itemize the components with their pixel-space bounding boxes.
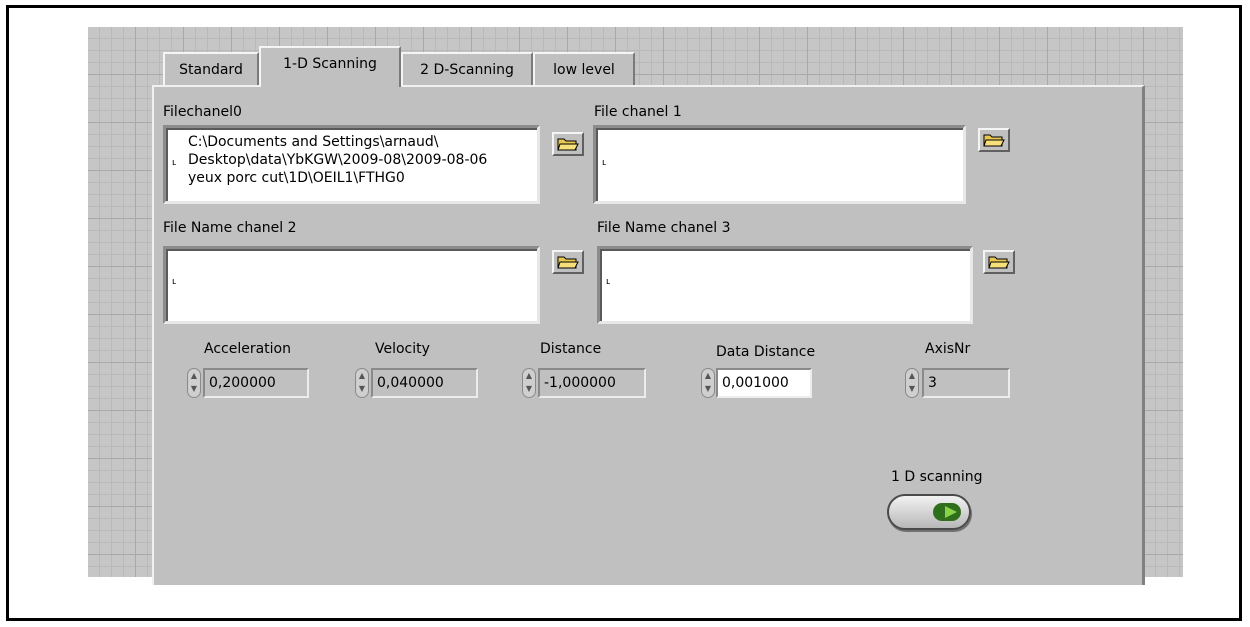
tab-label: 1-D Scanning [283, 55, 377, 72]
path-symbol-icon: ᒻ [172, 158, 177, 172]
tab-1d-scanning[interactable]: 1-D Scanning [259, 46, 401, 87]
data-distance-spinner-icon[interactable]: ▲ ▼ [701, 368, 715, 398]
folder-open-icon [557, 138, 579, 151]
folder-open-icon [988, 256, 1010, 269]
distance-label: Distance [540, 341, 602, 357]
scan-button-label: 1 D scanning [891, 469, 983, 485]
axisnr-input[interactable]: 3 [922, 368, 1010, 398]
filechanel1-label: File chanel 1 [594, 104, 682, 120]
browse-filechanel3-button[interactable] [983, 250, 1015, 274]
axisnr-label: AxisNr [925, 341, 971, 357]
1d-scanning-button[interactable] [887, 494, 971, 530]
folder-open-icon [983, 134, 1005, 147]
velocity-label: Velocity [375, 341, 430, 357]
distance-spinner-icon[interactable]: ▲ ▼ [522, 368, 536, 398]
tab-2d-scanning[interactable]: 2 D-Scanning [401, 52, 533, 86]
play-arrow-icon [945, 506, 957, 518]
field-bevel [600, 249, 970, 321]
field-bevel [596, 128, 963, 201]
acceleration-input[interactable]: 0,200000 [203, 368, 309, 398]
filechanel3-label: File Name chanel 3 [597, 220, 731, 236]
filechanel2-path-field[interactable]: ᒻ [163, 246, 540, 324]
path-symbol-icon: ᒻ [172, 277, 177, 291]
field-bevel [166, 249, 537, 321]
velocity-spinner-icon[interactable]: ▲ ▼ [355, 368, 369, 398]
path-symbol-icon: ᒻ [606, 277, 611, 291]
filechanel2-label: File Name chanel 2 [163, 220, 297, 236]
filechanel0-path-field[interactable]: ᒻ C:\Documents and Settings\arnaud\ Desk… [163, 125, 540, 204]
path-symbol-icon: ᒻ [602, 158, 607, 172]
velocity-input[interactable]: 0,040000 [371, 368, 478, 398]
folder-open-icon [557, 256, 579, 269]
distance-input[interactable]: -1,000000 [538, 368, 646, 398]
browse-filechanel1-button[interactable] [978, 128, 1010, 152]
browse-filechanel0-button[interactable] [552, 132, 584, 156]
axisnr-spinner-icon[interactable]: ▲ ▼ [905, 368, 919, 398]
tab-label: Standard [179, 62, 243, 78]
filechanel0-label: Filechanel0 [163, 104, 242, 120]
acceleration-label: Acceleration [204, 341, 291, 357]
filechanel3-path-field[interactable]: ᒻ [597, 246, 973, 324]
tab-label: 2 D-Scanning [420, 62, 514, 78]
browse-filechanel2-button[interactable] [552, 250, 584, 274]
tab-label: low level [553, 62, 615, 78]
acceleration-spinner-icon[interactable]: ▲ ▼ [187, 368, 201, 398]
data-distance-label: Data Distance [716, 344, 816, 360]
tab-standard[interactable]: Standard [163, 52, 259, 86]
filechanel1-path-field[interactable]: ᒻ [593, 125, 966, 204]
tab-low-level[interactable]: low level [533, 52, 635, 86]
filechanel0-path-text: C:\Documents and Settings\arnaud\ Deskto… [188, 134, 488, 186]
data-distance-input[interactable]: 0,001000 [716, 368, 812, 398]
